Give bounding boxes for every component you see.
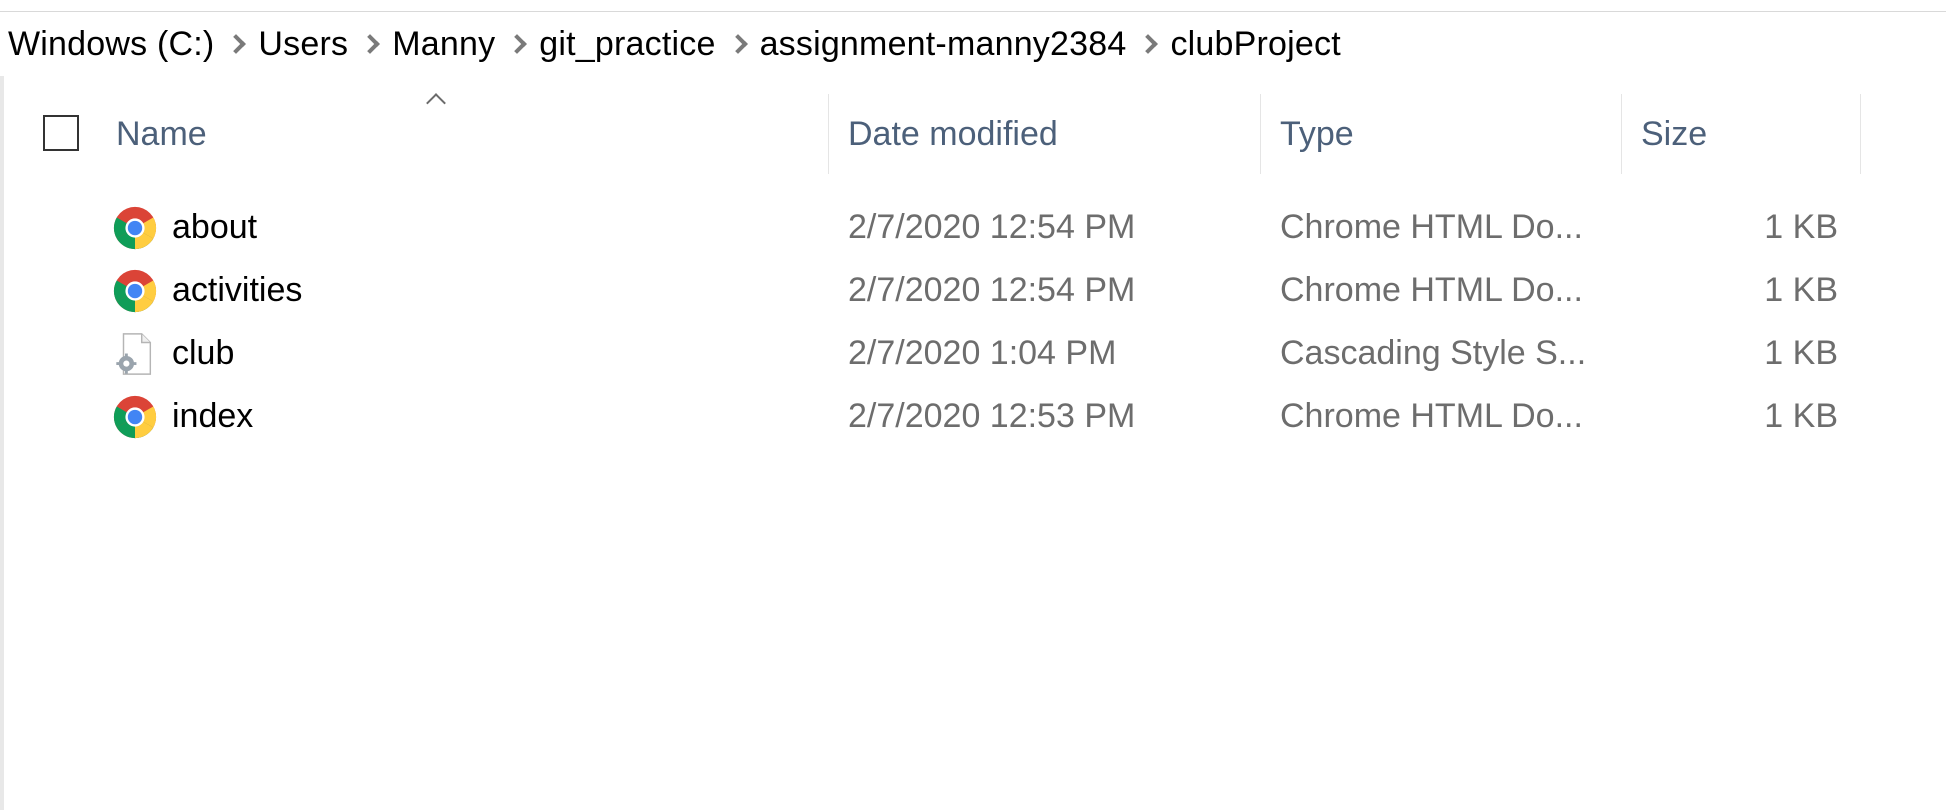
file-name-label: about xyxy=(172,208,258,246)
chevron-right-icon[interactable] xyxy=(350,12,390,76)
breadcrumb-item-users[interactable]: Users xyxy=(256,25,350,64)
css-file-icon xyxy=(116,332,152,375)
file-row[interactable]: club 2/7/2020 1:04 PM Cascading Style S.… xyxy=(4,322,1946,385)
column-header-name[interactable]: Name xyxy=(102,94,828,174)
file-list-pane[interactable]: Name Date modified Type Size about 2/7/2… xyxy=(0,76,1946,810)
file-name-cell[interactable]: club xyxy=(112,322,234,385)
file-row[interactable]: index 2/7/2020 12:53 PM Chrome HTML Do..… xyxy=(4,385,1946,448)
column-header-type[interactable]: Type xyxy=(1266,94,1621,174)
breadcrumb-item-assignment[interactable]: assignment-manny2384 xyxy=(758,25,1129,64)
file-list: about 2/7/2020 12:54 PM Chrome HTML Do..… xyxy=(4,196,1946,448)
file-name-label: index xyxy=(172,397,254,435)
column-divider[interactable] xyxy=(1621,94,1622,174)
file-size-cell: 1 KB xyxy=(1764,208,1838,246)
breadcrumb: Windows (C:) Users Manny git_practice as… xyxy=(6,12,1343,76)
column-header-name-label: Name xyxy=(116,114,207,153)
file-name-cell[interactable]: index xyxy=(112,385,253,448)
column-divider[interactable] xyxy=(1860,94,1861,174)
file-row[interactable]: activities 2/7/2020 12:54 PM Chrome HTML… xyxy=(4,259,1946,322)
file-type-cell: Cascading Style S... xyxy=(1280,334,1587,372)
file-date-cell: 2/7/2020 12:54 PM xyxy=(848,208,1136,246)
column-divider[interactable] xyxy=(828,94,829,174)
file-size-cell: 1 KB xyxy=(1764,397,1838,435)
file-type-cell: Chrome HTML Do... xyxy=(1280,397,1583,435)
chevron-right-icon[interactable] xyxy=(1128,12,1168,76)
file-size-cell: 1 KB xyxy=(1764,334,1838,372)
file-date-cell: 2/7/2020 12:54 PM xyxy=(848,271,1136,309)
file-name-cell[interactable]: activities xyxy=(112,259,302,322)
select-all-checkbox[interactable] xyxy=(43,115,79,151)
column-header-size-label: Size xyxy=(1641,114,1708,153)
file-name-cell[interactable]: about xyxy=(112,196,257,259)
chevron-right-icon[interactable] xyxy=(718,12,758,76)
column-header-date-label: Date modified xyxy=(848,114,1058,153)
chrome-icon xyxy=(113,269,157,312)
chevron-right-icon[interactable] xyxy=(497,12,537,76)
column-divider[interactable] xyxy=(1260,94,1261,174)
file-size-cell: 1 KB xyxy=(1764,271,1838,309)
file-type-cell: Chrome HTML Do... xyxy=(1280,271,1583,309)
file-date-cell: 2/7/2020 12:53 PM xyxy=(848,397,1136,435)
file-date-cell: 2/7/2020 1:04 PM xyxy=(848,334,1117,372)
file-name-label: club xyxy=(172,334,235,372)
column-header-type-label: Type xyxy=(1280,114,1354,153)
breadcrumb-item-user[interactable]: Manny xyxy=(390,25,497,64)
breadcrumb-item-git-practice[interactable]: git_practice xyxy=(537,25,717,64)
file-explorer-window: Windows (C:) Users Manny git_practice as… xyxy=(0,0,1946,810)
breadcrumb-item-drive[interactable]: Windows (C:) xyxy=(6,25,216,64)
file-row[interactable]: about 2/7/2020 12:54 PM Chrome HTML Do..… xyxy=(4,196,1946,259)
chrome-icon xyxy=(113,395,157,438)
file-type-cell: Chrome HTML Do... xyxy=(1280,208,1583,246)
chrome-icon xyxy=(113,206,157,249)
chevron-right-icon[interactable] xyxy=(216,12,256,76)
file-name-label: activities xyxy=(172,271,303,309)
breadcrumb-item-current-folder[interactable]: clubProject xyxy=(1168,25,1342,64)
column-header-date-modified[interactable]: Date modified xyxy=(834,94,1260,174)
column-header-row: Name Date modified Type Size xyxy=(4,94,1946,174)
column-header-size[interactable]: Size xyxy=(1627,94,1860,174)
